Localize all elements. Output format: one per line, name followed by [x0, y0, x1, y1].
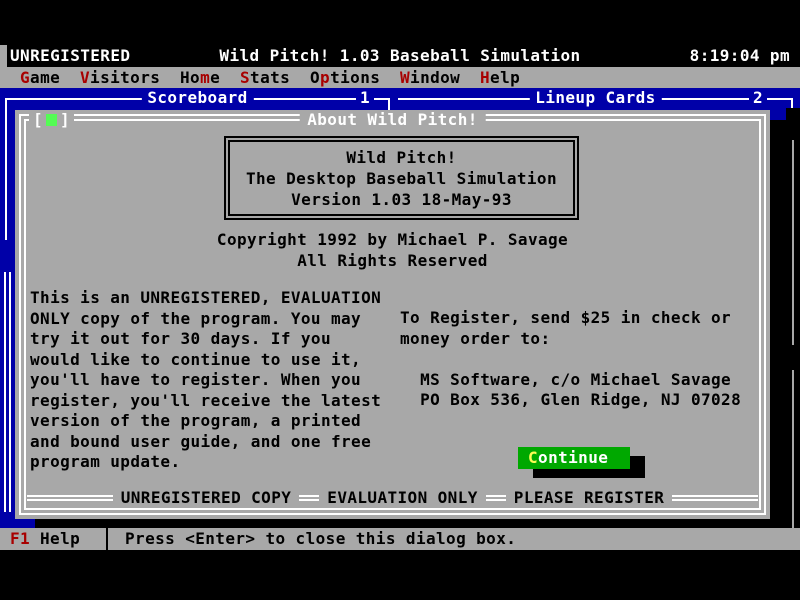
- window-title: Scoreboard: [141, 88, 253, 108]
- window-frame-fragment: [9, 272, 11, 512]
- product-tagline: The Desktop Baseball Simulation: [230, 168, 573, 189]
- close-icon: [46, 114, 57, 126]
- window-title: Lineup Cards: [529, 88, 661, 108]
- close-button[interactable]: []: [29, 110, 74, 130]
- menu-bar: Game Visitors Home Stats Options Window …: [0, 67, 800, 88]
- license-text: This is an UNREGISTERED, EVALUATION ONLY…: [30, 288, 381, 473]
- window-titlebar-lineup-cards[interactable]: Lineup Cards 2: [398, 88, 793, 110]
- dialog-title: About Wild Pitch!: [299, 110, 486, 130]
- divider-line: [486, 495, 506, 501]
- divider-line: [299, 495, 319, 501]
- footer-banner: UNREGISTERED COPY EVALUATION ONLY PLEASE…: [27, 489, 758, 507]
- menu-item-options[interactable]: Options: [310, 67, 380, 88]
- registration-status: UNREGISTERED: [10, 45, 130, 67]
- footer-label: PLEASE REGISTER: [506, 489, 673, 507]
- divider-line: [27, 495, 113, 501]
- menu-item-home[interactable]: Home: [180, 67, 220, 88]
- footer-label: EVALUATION ONLY: [319, 489, 486, 507]
- product-name: Wild Pitch!: [230, 147, 573, 168]
- window-frame-fragment: [792, 140, 794, 345]
- title-bar: Wild Pitch! 1.03 Baseball Simulation UNR…: [0, 45, 800, 67]
- menu-item-help[interactable]: Help: [480, 67, 520, 88]
- footer-label: UNREGISTERED COPY: [113, 489, 300, 507]
- f1-help-shortcut-label[interactable]: Help: [40, 528, 80, 550]
- window-interior-fragment: [786, 108, 800, 528]
- window-titlebar-scoreboard[interactable]: Scoreboard 1: [5, 88, 390, 110]
- separator: [106, 528, 108, 550]
- register-info: To Register, send $25 in check or money …: [400, 308, 741, 411]
- copyright-text: Copyright 1992 by Michael P. Savage All …: [15, 229, 770, 271]
- menu-item-game[interactable]: Game: [20, 67, 60, 88]
- about-dialog: [] About Wild Pitch! Wild Pitch! The Des…: [15, 110, 770, 519]
- divider-line: [672, 495, 758, 501]
- product-version: Version 1.03 18-May-93: [230, 189, 573, 210]
- window-number: 2: [749, 88, 767, 108]
- menu-item-stats[interactable]: Stats: [240, 67, 290, 88]
- status-bar: F1 Help Press <Enter> to close this dial…: [0, 528, 800, 550]
- window-frame-fragment: [5, 100, 7, 240]
- menu-item-visitors[interactable]: Visitors: [80, 67, 160, 88]
- window-frame-fragment: [4, 272, 6, 512]
- f1-help-shortcut-key[interactable]: F1: [10, 528, 30, 550]
- status-message: Press <Enter> to close this dialog box.: [125, 528, 516, 550]
- window-frame-fragment: [792, 370, 794, 528]
- window-frame-corner: [388, 98, 390, 110]
- about-box: Wild Pitch! The Desktop Baseball Simulat…: [224, 136, 579, 220]
- screen: Wild Pitch! 1.03 Baseball Simulation UNR…: [0, 0, 800, 600]
- menu-item-window[interactable]: Window: [400, 67, 460, 88]
- continue-button[interactable]: Continue: [518, 447, 630, 469]
- window-number: 1: [356, 88, 374, 108]
- clock: 8:19:04 pm: [690, 45, 790, 67]
